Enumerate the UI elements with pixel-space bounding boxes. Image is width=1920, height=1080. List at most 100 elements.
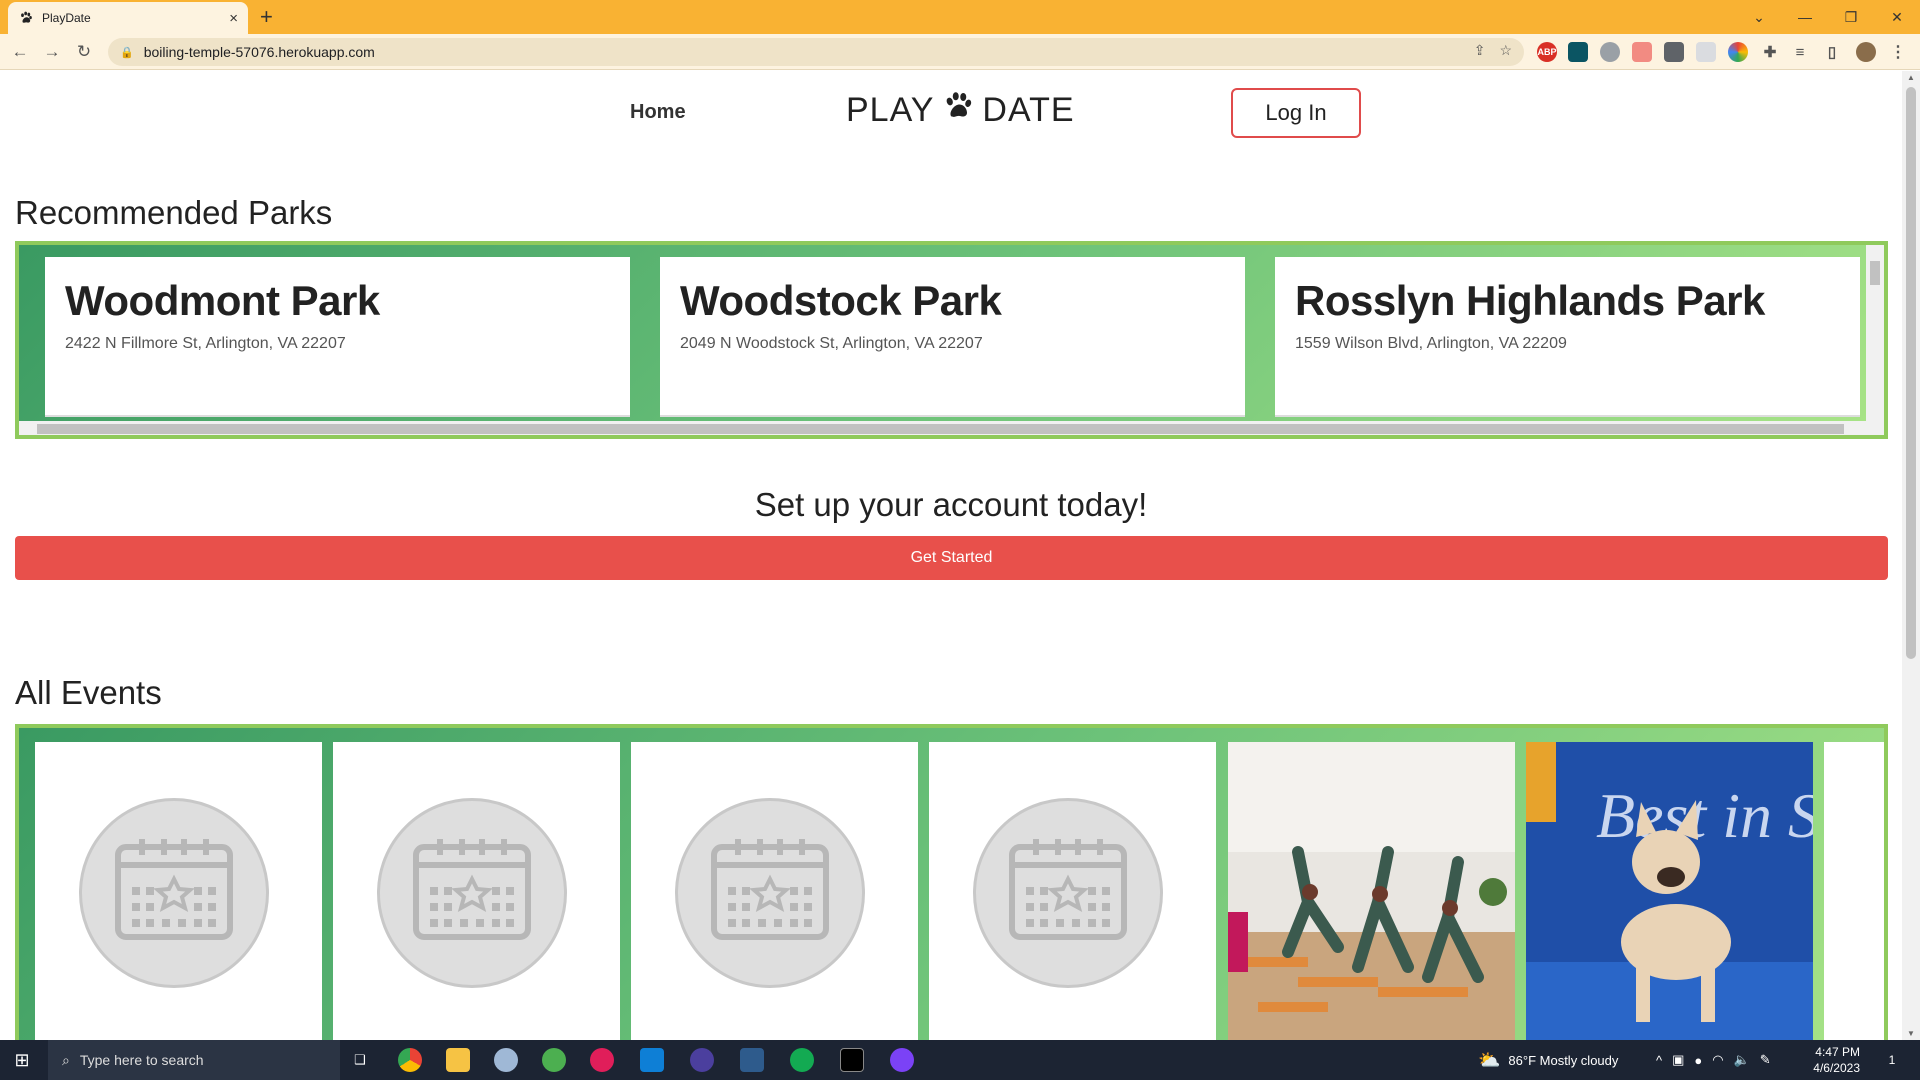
park-card[interactable]: Woodmont Park 2422 N Fillmore St, Arling… [45, 257, 630, 417]
extensions-puzzle-icon[interactable]: ✚ [1760, 42, 1780, 62]
system-tray[interactable]: ^ ▣ ● ◠ 🔈 ✎ [1656, 1040, 1771, 1080]
lock-icon: 🔒 [120, 46, 134, 59]
wifi-icon[interactable]: ◠ [1712, 1052, 1723, 1068]
notifications-icon[interactable]: 1 [1880, 1048, 1904, 1072]
extension-icon[interactable] [1664, 42, 1684, 62]
parks-carousel[interactable]: Woodmont Park 2422 N Fillmore St, Arling… [15, 241, 1888, 439]
app-icon[interactable] [542, 1048, 566, 1072]
setup-account-heading: Set up your account today! [754, 486, 1148, 523]
all-events-heading: All Events [15, 674, 162, 711]
url-text: boiling-temple-57076.herokuapp.com [143, 44, 375, 60]
vscode-icon[interactable] [640, 1048, 664, 1072]
park-name: Woodstock Park [680, 277, 1002, 324]
paw-favicon-icon [18, 10, 34, 26]
park-address: 1559 Wilson Blvd, Arlington, VA 22209 [1295, 335, 1567, 352]
brand-date: DATE [982, 91, 1075, 129]
restore-window-icon[interactable]: ❐ [1828, 0, 1874, 34]
page-content: Home PLAY DATE Log In Recommended Parks … [0, 71, 1902, 1040]
back-icon[interactable]: ← [8, 40, 32, 64]
chrome-icon[interactable] [398, 1048, 422, 1072]
parks-horizontal-scrollbar[interactable] [19, 421, 1884, 435]
nav-home-link[interactable]: Home [630, 101, 686, 124]
park-name: Rosslyn Highlands Park [1295, 277, 1765, 324]
taskbar-search[interactable]: ⌕ Type here to search [48, 1040, 340, 1080]
park-card[interactable]: Rosslyn Highlands Park 1559 Wilson Blvd,… [1275, 257, 1860, 417]
terminal-icon[interactable] [840, 1048, 864, 1072]
adblock-extension-icon[interactable]: ABP [1537, 42, 1557, 62]
reload-icon[interactable]: ↻ [72, 40, 96, 64]
close-tab-icon[interactable]: × [229, 10, 238, 27]
cloud-sun-icon: ⛅ [1478, 1049, 1501, 1070]
extension-icon[interactable] [1632, 42, 1652, 62]
browser-tab-strip: PlayDate × + ⌄ — ❐ ✕ [0, 0, 1920, 34]
tray-app-icon[interactable]: ▣ [1672, 1052, 1684, 1068]
messenger-icon[interactable] [890, 1048, 914, 1072]
app-icon[interactable] [690, 1048, 714, 1072]
event-photo-dog-show[interactable]: Best in Show [1526, 742, 1813, 1040]
new-tab-button[interactable]: + [260, 4, 273, 30]
scroll-thumb[interactable] [1870, 261, 1880, 285]
clock-time: 4:47 PM [1815, 1045, 1860, 1059]
share-icon[interactable]: ⇪ [1474, 42, 1486, 59]
tray-app-icon[interactable]: ● [1694, 1053, 1702, 1068]
event-photo-yoga[interactable] [1228, 742, 1515, 1040]
event-card[interactable] [631, 742, 918, 1040]
paw-icon [942, 91, 974, 130]
extension-icon[interactable] [1568, 42, 1588, 62]
weather-text: 86°F Mostly cloudy [1508, 1052, 1619, 1068]
color-picker-extension-icon[interactable] [1728, 42, 1748, 62]
weather-widget[interactable]: ⛅ 86°F Mostly cloudy [1478, 1040, 1618, 1080]
calendar-star-icon [973, 798, 1163, 988]
events-carousel[interactable]: Best in Show [15, 724, 1888, 1040]
calendar-star-icon [79, 798, 269, 988]
parks-vertical-scrollbar[interactable] [1866, 245, 1884, 421]
reading-list-icon[interactable]: ≡ [1790, 42, 1810, 62]
tab-title: PlayDate [42, 11, 91, 25]
close-window-icon[interactable]: ✕ [1874, 0, 1920, 34]
task-view-icon[interactable]: ❑ [348, 1048, 372, 1072]
browser-tab-playdate[interactable]: PlayDate × [8, 2, 248, 34]
app-icon[interactable] [740, 1048, 764, 1072]
notification-count: 1 [1888, 1053, 1896, 1067]
tray-chevron-icon[interactable]: ^ [1656, 1053, 1662, 1068]
taskbar-clock[interactable]: 4:47 PM 4/6/2023 [1813, 1044, 1860, 1076]
event-card[interactable] [333, 742, 620, 1040]
event-card-partial[interactable] [1824, 742, 1884, 1040]
clock-date: 4/6/2023 [1813, 1061, 1860, 1075]
park-name: Woodmont Park [65, 277, 380, 324]
tab-search-chevron-icon[interactable]: ⌄ [1736, 0, 1782, 34]
park-address: 2422 N Fillmore St, Arlington, VA 22207 [65, 335, 346, 352]
event-card[interactable] [35, 742, 322, 1040]
windows-taskbar: ⊞ ⌕ Type here to search ❑ ⛅ 86°F Mostly … [0, 1040, 1920, 1080]
forward-icon[interactable]: → [40, 40, 64, 64]
scroll-down-icon[interactable]: ▼ [1907, 1029, 1915, 1038]
app-icon[interactable] [494, 1048, 518, 1072]
scroll-thumb[interactable] [37, 424, 1844, 434]
taskbar-search-placeholder: Type here to search [79, 1052, 204, 1068]
park-address: 2049 N Woodstock St, Arlington, VA 22207 [680, 335, 983, 352]
extension-icon[interactable] [1600, 42, 1620, 62]
recommended-parks-heading: Recommended Parks [15, 194, 333, 231]
side-panel-icon[interactable]: ▯ [1822, 42, 1842, 62]
mongodb-icon[interactable] [790, 1048, 814, 1072]
page-vertical-scrollbar[interactable]: ▲ ▼ [1902, 71, 1920, 1040]
windows-start-icon[interactable]: ⊞ [10, 1048, 34, 1072]
minimize-window-icon[interactable]: — [1782, 0, 1828, 34]
calendar-star-icon [377, 798, 567, 988]
scroll-up-icon[interactable]: ▲ [1907, 73, 1915, 82]
pen-icon[interactable]: ✎ [1760, 1052, 1771, 1068]
login-button[interactable]: Log In [1231, 88, 1361, 138]
scroll-thumb[interactable] [1906, 87, 1916, 659]
event-card[interactable] [929, 742, 1216, 1040]
get-started-button[interactable]: Get Started [15, 536, 1888, 580]
address-bar[interactable]: 🔒 boiling-temple-57076.herokuapp.com ⇪ ☆ [108, 38, 1524, 66]
park-card[interactable]: Woodstock Park 2049 N Woodstock St, Arli… [660, 257, 1245, 417]
extension-icon[interactable] [1696, 42, 1716, 62]
file-explorer-icon[interactable] [446, 1048, 470, 1072]
slack-icon[interactable] [590, 1048, 614, 1072]
profile-avatar[interactable] [1856, 42, 1876, 62]
browser-menu-icon[interactable]: ⋮ [1888, 42, 1908, 62]
bookmark-star-icon[interactable]: ☆ [1499, 42, 1512, 59]
brand-logo[interactable]: PLAY DATE [846, 91, 1075, 130]
volume-icon[interactable]: 🔈 [1734, 1052, 1750, 1068]
